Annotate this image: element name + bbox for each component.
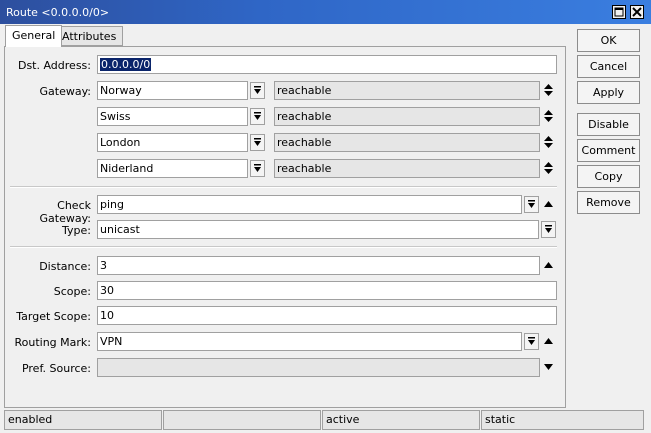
dropdown-icon xyxy=(254,86,261,94)
gateway-state-3: reachable xyxy=(274,133,540,152)
route-dialog-window: Route <0.0.0.0/0> General Attributes Dst… xyxy=(0,0,651,433)
dropdown-icon xyxy=(545,225,552,233)
tab-general[interactable]: General xyxy=(5,25,63,47)
type-input[interactable]: unicast xyxy=(97,220,539,239)
gateway-state-4: reachable xyxy=(274,159,540,178)
dropdown-icon xyxy=(254,138,261,146)
section-divider xyxy=(10,246,557,248)
gateway-input-4[interactable]: Niderland xyxy=(97,159,248,178)
up-arrow-icon xyxy=(544,201,553,207)
type-label: Type: xyxy=(62,224,91,237)
dropdown-icon xyxy=(528,200,535,208)
gateway-updown-2[interactable] xyxy=(543,109,554,123)
gateway-label: Gateway: xyxy=(39,85,92,98)
maximize-button[interactable] xyxy=(612,5,626,19)
copy-button[interactable]: Copy xyxy=(577,165,640,188)
pref-source-input[interactable] xyxy=(97,358,540,377)
status-active: active xyxy=(322,410,480,430)
title-bar[interactable]: Route <0.0.0.0/0> xyxy=(0,0,651,24)
gateway-updown-1[interactable] xyxy=(543,83,554,97)
routing-mark-input[interactable]: VPN xyxy=(97,332,522,351)
tab-attributes[interactable]: Attributes xyxy=(55,26,124,46)
up-arrow-icon xyxy=(544,338,553,344)
gateway-dropdown-2[interactable] xyxy=(250,108,265,125)
dropdown-icon xyxy=(254,112,261,120)
scope-label: Scope: xyxy=(53,285,91,298)
status-empty xyxy=(163,410,321,430)
routing-mark-dropdown[interactable] xyxy=(524,333,539,350)
pref-source-label: Pref. Source: xyxy=(21,362,91,375)
check-gateway-label: Check Gateway: xyxy=(39,199,92,225)
gateway-input-1[interactable]: Norway xyxy=(97,81,248,100)
up-down-arrow-icon xyxy=(544,136,553,148)
gateway-dropdown-1[interactable] xyxy=(250,82,265,99)
ok-button[interactable]: OK xyxy=(577,29,640,52)
check-gateway-input[interactable]: ping xyxy=(97,195,522,214)
maximize-icon xyxy=(614,7,624,17)
target-scope-label: Target Scope: xyxy=(16,310,91,323)
down-arrow-icon xyxy=(544,364,553,370)
status-bar: enabled active static xyxy=(4,410,644,430)
check-gateway-dropdown[interactable] xyxy=(524,196,539,213)
gateway-updown-4[interactable] xyxy=(543,161,554,175)
up-down-arrow-icon xyxy=(544,84,553,96)
dst-address-input[interactable]: 0.0.0.0/0 xyxy=(97,55,557,74)
gateway-dropdown-3[interactable] xyxy=(250,134,265,151)
remove-button[interactable]: Remove xyxy=(577,191,640,214)
dst-address-value: 0.0.0.0/0 xyxy=(100,58,152,71)
gateway-state-1: reachable xyxy=(274,81,540,100)
dropdown-icon xyxy=(528,337,535,345)
up-arrow-icon xyxy=(544,262,553,268)
target-scope-input[interactable]: 10 xyxy=(97,306,557,325)
gateway-input-3[interactable]: London xyxy=(97,133,248,152)
scope-input[interactable]: 30 xyxy=(97,281,557,300)
pref-source-expand[interactable] xyxy=(543,360,554,374)
gateway-state-2: reachable xyxy=(274,107,540,126)
gateway-dropdown-4[interactable] xyxy=(250,160,265,177)
comment-button[interactable]: Comment xyxy=(577,139,640,162)
routing-mark-collapse[interactable] xyxy=(543,334,554,348)
cancel-button[interactable]: Cancel xyxy=(577,55,640,78)
distance-label: Distance: xyxy=(39,260,91,273)
gateway-input-2[interactable]: Swiss xyxy=(97,107,248,126)
status-static: static xyxy=(481,410,644,430)
routing-mark-label: Routing Mark: xyxy=(14,336,91,349)
disable-button[interactable]: Disable xyxy=(577,113,640,136)
check-gateway-collapse[interactable] xyxy=(543,197,554,211)
dropdown-icon xyxy=(254,164,261,172)
window-title: Route <0.0.0.0/0> xyxy=(6,6,110,19)
dst-address-label: Dst. Address: xyxy=(17,59,91,72)
distance-input[interactable]: 3 xyxy=(97,256,540,275)
close-icon xyxy=(632,7,642,17)
close-button[interactable] xyxy=(630,5,644,19)
gateway-updown-3[interactable] xyxy=(543,135,554,149)
up-down-arrow-icon xyxy=(544,162,553,174)
type-dropdown[interactable] xyxy=(541,221,556,238)
status-enabled: enabled xyxy=(4,410,162,430)
distance-collapse[interactable] xyxy=(543,258,554,272)
apply-button[interactable]: Apply xyxy=(577,81,640,104)
section-divider xyxy=(10,186,557,188)
up-down-arrow-icon xyxy=(544,110,553,122)
